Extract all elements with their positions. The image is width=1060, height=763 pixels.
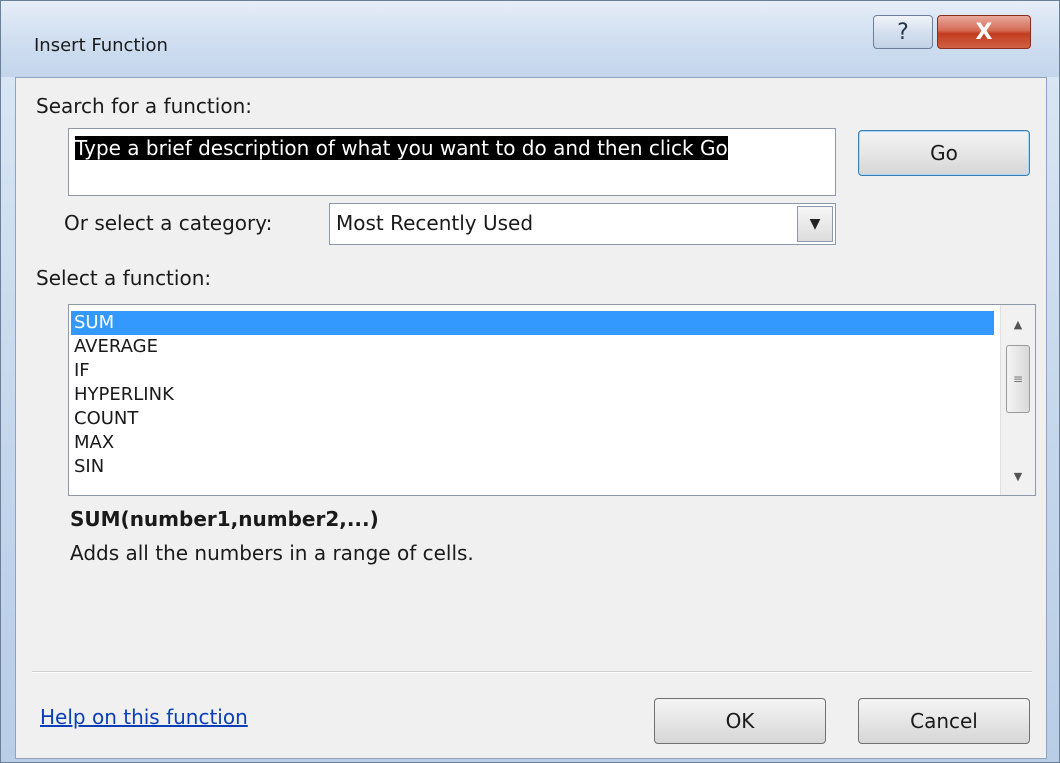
ok-button[interactable]: OK (654, 698, 826, 744)
question-mark-icon: ? (897, 19, 909, 45)
help-button[interactable]: ? (873, 15, 933, 49)
help-on-function-link[interactable]: Help on this function (40, 705, 248, 729)
list-item-average[interactable]: AVERAGE (71, 335, 994, 359)
list-item-count[interactable]: COUNT (71, 407, 994, 431)
dialog-title: Insert Function (34, 35, 168, 56)
list-item-max[interactable]: MAX (71, 431, 994, 455)
function-list-label: Select a function: (36, 266, 212, 290)
close-icon: X (975, 19, 993, 45)
scroll-thumb[interactable]: ≡ (1006, 345, 1030, 413)
list-item-sum[interactable]: SUM (71, 311, 994, 335)
list-item-if[interactable]: IF (71, 359, 994, 383)
title-bar[interactable]: Insert Function ? X (1, 1, 1059, 77)
dialog-body: Search for a function: Type a brief desc… (15, 77, 1047, 759)
function-description: Adds all the numbers in a range of cells… (70, 541, 474, 565)
scroll-up-icon[interactable]: ▲ (1001, 311, 1035, 337)
search-input[interactable]: Type a brief description of what you wan… (68, 128, 836, 196)
function-listbox[interactable]: SUM AVERAGE IF HYPERLINK COUNT MAX SIN ▲… (68, 304, 1036, 496)
insert-function-dialog: Insert Function ? X Search for a functio… (0, 0, 1060, 763)
go-button[interactable]: Go (858, 130, 1030, 176)
search-input-text: Type a brief description of what you wan… (75, 136, 728, 160)
dropdown-arrow-icon[interactable]: ▼ (797, 206, 833, 242)
function-signature: SUM(number1,number2,...) (70, 507, 379, 531)
footer-divider (32, 671, 1032, 673)
cancel-button[interactable]: Cancel (858, 698, 1030, 744)
search-label: Search for a function: (36, 94, 252, 118)
category-selected-value: Most Recently Used (336, 211, 534, 235)
vertical-scrollbar[interactable]: ▲ ≡ ▼ (1000, 305, 1035, 495)
scroll-down-icon[interactable]: ▼ (1001, 463, 1035, 489)
close-button[interactable]: X (937, 15, 1031, 49)
category-select[interactable]: Most Recently Used ▼ (329, 203, 836, 245)
list-item-hyperlink[interactable]: HYPERLINK (71, 383, 994, 407)
list-item-sin[interactable]: SIN (71, 455, 994, 479)
category-label: Or select a category: (64, 211, 273, 235)
